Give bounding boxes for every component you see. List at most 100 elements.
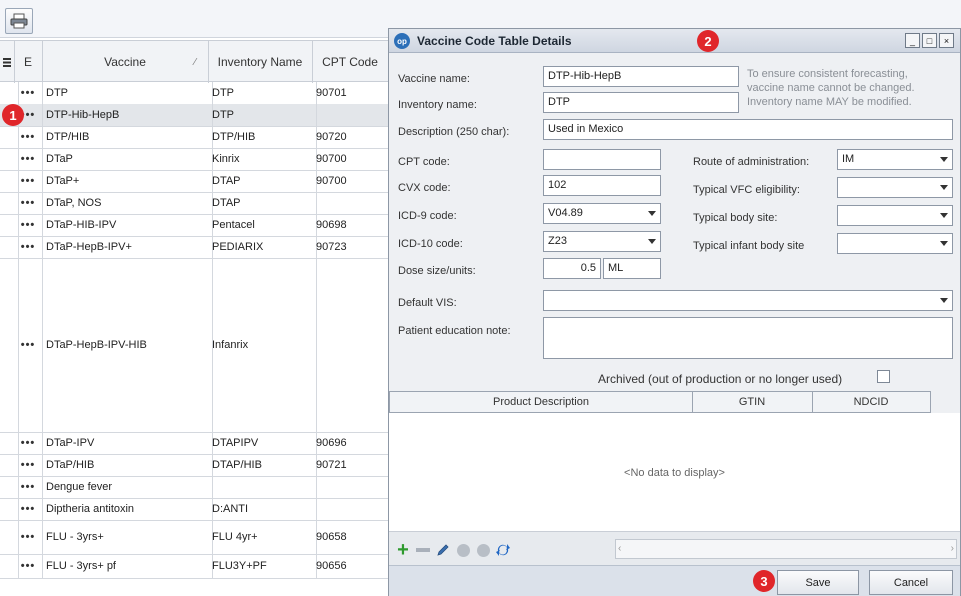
- table-row[interactable]: ••• DTP/HIB DTP/HIB 90720: [0, 126, 393, 149]
- inventory-cell: Infanrix: [208, 258, 317, 432]
- column-header-vaccine[interactable]: Vaccine ⁄: [42, 41, 209, 83]
- table-row[interactable]: ••• DTP-Hib-HepB DTP: [0, 104, 393, 127]
- infant-body-site-select[interactable]: [837, 233, 953, 254]
- row-edit-button[interactable]: •••: [14, 148, 43, 170]
- row-edit-button[interactable]: •••: [14, 476, 43, 498]
- chevron-down-icon: [648, 239, 656, 244]
- vfc-select[interactable]: [837, 177, 953, 198]
- table-row[interactable]: ••• FLU - 3yrs+ FLU 4yr+ 90658: [0, 520, 393, 555]
- table-row[interactable]: ••• DTaP-HIB-IPV Pentacel 90698: [0, 214, 393, 237]
- dose-size-field[interactable]: 0.5: [543, 258, 601, 279]
- dose-units-field[interactable]: ML: [603, 258, 661, 279]
- row-edit-button[interactable]: •••: [14, 520, 43, 554]
- table-row[interactable]: ••• DTaP/HIB DTAP/HIB 90721: [0, 454, 393, 477]
- vaccine-name-field[interactable]: DTP-Hib-HepB: [543, 66, 739, 87]
- table-row[interactable]: ••• DTaP+ DTAP 90700: [0, 170, 393, 193]
- route-value: IM: [842, 153, 855, 165]
- column-header-vaccine-label: Vaccine: [104, 55, 146, 69]
- dialog-titlebar[interactable]: op Vaccine Code Table Details _ □ ×: [389, 29, 960, 53]
- education-note-field[interactable]: [543, 317, 953, 359]
- scroll-right-icon[interactable]: ›: [951, 543, 954, 554]
- row-edit-button[interactable]: •••: [14, 236, 43, 258]
- inventory-name-field[interactable]: DTP: [543, 92, 739, 113]
- vaccine-cell: DTaP-HepB-IPV-HIB: [42, 258, 213, 432]
- edit-icon[interactable]: [435, 542, 451, 558]
- cpt-cell: 90720: [312, 126, 393, 148]
- description-field[interactable]: Used in Mexico: [543, 119, 953, 140]
- forecast-note-line-2: vaccine name cannot be changed.: [747, 82, 915, 94]
- row-edit-button[interactable]: •••: [14, 192, 43, 214]
- product-grid-body: <No data to display>: [389, 413, 960, 531]
- icd9-code-label: ICD-9 code:: [398, 210, 457, 222]
- row-edit-button[interactable]: •••: [14, 432, 43, 454]
- table-row[interactable]: ••• DTaP Kinrix 90700: [0, 148, 393, 171]
- close-button[interactable]: ×: [939, 33, 954, 48]
- confirm-icon[interactable]: [455, 542, 471, 558]
- column-header-inventory[interactable]: Inventory Name: [208, 41, 313, 83]
- vaccine-cell: DTaP+: [42, 170, 213, 192]
- save-button[interactable]: Save: [777, 570, 859, 595]
- vaccine-cell: DTaP-HIB-IPV: [42, 214, 213, 236]
- scroll-left-icon[interactable]: ‹: [618, 543, 621, 554]
- inventory-cell: DTAPIPV: [208, 432, 317, 454]
- infant-body-site-label: Typical infant body site: [693, 240, 805, 252]
- cpt-cell: 90700: [312, 170, 393, 192]
- row-edit-button[interactable]: •••: [14, 126, 43, 148]
- column-header-cpt[interactable]: CPT Code: [312, 41, 389, 83]
- inventory-cell: DTP: [208, 104, 317, 126]
- cpt-cell: 90723: [312, 236, 393, 258]
- cpt-cell: 90701: [312, 82, 393, 104]
- product-description-column[interactable]: Product Description: [390, 392, 693, 412]
- inventory-cell: DTAP: [208, 192, 317, 214]
- row-edit-button[interactable]: •••: [14, 214, 43, 236]
- cancel-icon[interactable]: [475, 542, 491, 558]
- maximize-button[interactable]: □: [922, 33, 937, 48]
- row-edit-button[interactable]: •••: [14, 258, 43, 432]
- chevron-down-icon: [940, 241, 948, 246]
- row-edit-button[interactable]: •••: [14, 82, 43, 104]
- inventory-cell: FLU 4yr+: [208, 520, 317, 554]
- vaccine-cell: DTaP, NOS: [42, 192, 213, 214]
- inventory-cell: [208, 476, 317, 498]
- ndcid-column[interactable]: NDCID: [812, 392, 931, 412]
- minimize-button[interactable]: _: [905, 33, 920, 48]
- table-row[interactable]: ••• DTP DTP 90701: [0, 82, 393, 105]
- table-row[interactable]: ••• DTaP-IPV DTAPIPV 90696: [0, 432, 393, 455]
- row-edit-button[interactable]: •••: [14, 498, 43, 520]
- inventory-cell: DTAP: [208, 170, 317, 192]
- body-site-select[interactable]: [837, 205, 953, 226]
- add-icon[interactable]: +: [395, 539, 411, 561]
- remove-icon[interactable]: [415, 542, 431, 558]
- inventory-cell: DTAP/HIB: [208, 454, 317, 476]
- cvx-code-field[interactable]: 102: [543, 175, 661, 196]
- cpt-cell: [312, 498, 393, 520]
- cpt-cell: 90700: [312, 148, 393, 170]
- table-row[interactable]: ••• Dengue fever: [0, 476, 393, 499]
- refresh-icon[interactable]: [495, 542, 511, 558]
- column-chooser-icon[interactable]: [0, 41, 15, 83]
- icd9-code-select[interactable]: V04.89: [543, 203, 661, 224]
- sort-indicator-icon: ⁄: [194, 56, 196, 68]
- vaccine-cell: DTaP-HepB-IPV+: [42, 236, 213, 258]
- table-row[interactable]: ••• DTaP-HepB-IPV-HIB Infanrix: [0, 258, 393, 433]
- cpt-code-field[interactable]: [543, 149, 661, 170]
- row-edit-button[interactable]: •••: [14, 554, 43, 578]
- gtin-column[interactable]: GTIN: [692, 392, 813, 412]
- print-button[interactable]: [5, 8, 33, 34]
- printer-icon: [10, 13, 28, 29]
- default-vis-select[interactable]: [543, 290, 953, 311]
- horizontal-scrollbar[interactable]: ‹ ›: [615, 539, 957, 559]
- empty-grid-message: <No data to display>: [624, 467, 725, 479]
- table-row[interactable]: ••• FLU - 3yrs+ pf FLU3Y+PF 90656: [0, 554, 393, 579]
- row-edit-button[interactable]: •••: [14, 454, 43, 476]
- table-row[interactable]: ••• DTaP, NOS DTAP: [0, 192, 393, 215]
- table-row[interactable]: ••• Diptheria antitoxin D:ANTI: [0, 498, 393, 521]
- archived-checkbox[interactable]: [877, 370, 890, 383]
- route-select[interactable]: IM: [837, 149, 953, 170]
- column-header-e[interactable]: E: [14, 41, 43, 83]
- icd9-code-value: V04.89: [548, 207, 583, 219]
- row-edit-button[interactable]: •••: [14, 170, 43, 192]
- cancel-button[interactable]: Cancel: [869, 570, 953, 595]
- table-row[interactable]: ••• DTaP-HepB-IPV+ PEDIARIX 90723: [0, 236, 393, 259]
- icd10-code-select[interactable]: Z23: [543, 231, 661, 252]
